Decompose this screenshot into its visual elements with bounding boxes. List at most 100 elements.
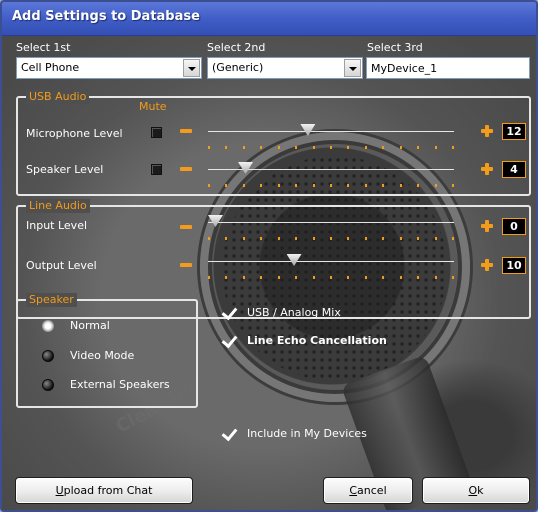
- slider-tick: [452, 184, 454, 187]
- ok-mnemonic: O: [468, 484, 478, 497]
- slider-tick: [277, 276, 280, 279]
- slider-tick: [312, 146, 315, 149]
- slider-tick: [382, 237, 385, 240]
- select-3rd-field[interactable]: [366, 57, 530, 79]
- plus-icon[interactable]: [481, 259, 493, 271]
- slider-tick: [417, 146, 420, 149]
- minus-icon[interactable]: [180, 167, 192, 171]
- usb-audio-title: USB Audio: [26, 90, 90, 104]
- slider-track[interactable]: [208, 261, 454, 262]
- slider-tick: [382, 184, 385, 187]
- slider-track[interactable]: [208, 222, 454, 223]
- minus-icon[interactable]: [180, 263, 192, 267]
- slider-tick: [260, 276, 263, 279]
- add-settings-dialog: Add Settings to Database ClearOne Select…: [0, 0, 538, 512]
- window-title: Add Settings to Database: [12, 9, 200, 24]
- slider-tick: [417, 184, 420, 187]
- minus-icon[interactable]: [180, 225, 192, 229]
- cancel-label: ancel: [357, 484, 387, 497]
- slider-tick: [312, 184, 315, 187]
- slider-track[interactable]: [208, 131, 454, 132]
- slider-tick: [347, 237, 350, 240]
- speaker-mute-checkbox[interactable]: [151, 164, 162, 175]
- checkmark-icon: [221, 427, 237, 441]
- select-1st-label: Select 1st: [16, 41, 71, 54]
- slider-tick: [277, 146, 280, 149]
- slider-tick: [452, 146, 454, 149]
- slider-tick: [452, 237, 454, 240]
- speaker-level-value: 4: [502, 161, 526, 178]
- ok-label: k: [477, 484, 484, 497]
- slider-tick: [225, 237, 228, 240]
- include-in-my-devices-label: Include in My Devices: [247, 427, 367, 440]
- select-3rd-label: Select 3rd: [367, 41, 423, 54]
- checkmark-icon: [221, 334, 237, 348]
- dialog-content: ClearOne Select 1st Cell Phone Select 2n…: [2, 36, 536, 510]
- title-bar[interactable]: Add Settings to Database: [2, 2, 536, 36]
- microphone-level-label: Microphone Level: [26, 127, 123, 140]
- slider-thumb[interactable]: [287, 254, 302, 266]
- slider-tick: [399, 184, 402, 187]
- slider-thumb[interactable]: [208, 215, 223, 227]
- slider-tick: [417, 237, 420, 240]
- slider-tick: [399, 276, 402, 279]
- slider-tick: [417, 276, 420, 279]
- select-2nd-value: (Generic): [212, 61, 264, 74]
- radio-normal[interactable]: [42, 320, 54, 332]
- ok-button[interactable]: Ok: [422, 477, 530, 504]
- slider-ticks: [208, 276, 454, 279]
- slider-tick: [260, 184, 263, 187]
- select-2nd-dropdown[interactable]: (Generic): [207, 57, 363, 79]
- slider-tick: [347, 184, 350, 187]
- upload-from-chat-button[interactable]: Upload from Chat: [15, 477, 193, 504]
- slider-tick: [434, 276, 437, 279]
- line-audio-title: Line Audio: [26, 199, 90, 213]
- output-level-value: 10: [502, 257, 526, 274]
- slider-tick: [364, 237, 367, 240]
- slider-tick: [242, 184, 245, 187]
- radio-external-speakers[interactable]: [42, 379, 54, 391]
- slider-tick: [242, 237, 245, 240]
- slider-tick: [208, 184, 210, 187]
- speaker-level-label: Speaker Level: [26, 163, 104, 176]
- slider-tick: [330, 276, 332, 279]
- chevron-down-icon[interactable]: [183, 59, 200, 77]
- radio-label-normal: Normal: [70, 319, 110, 332]
- slider-thumb[interactable]: [238, 162, 253, 174]
- select-1st-dropdown[interactable]: Cell Phone: [16, 57, 202, 79]
- slider-tick: [225, 276, 228, 279]
- slider-thumb[interactable]: [300, 124, 315, 136]
- slider-tick: [330, 237, 332, 240]
- slider-tick: [347, 276, 350, 279]
- radio-label-video-mode: Video Mode: [70, 349, 135, 362]
- slider-tick: [347, 146, 350, 149]
- mute-label: Mute: [139, 100, 167, 113]
- slider-tick: [434, 146, 437, 149]
- slider-ticks: [208, 237, 454, 240]
- cancel-button[interactable]: Cancel: [323, 477, 413, 504]
- slider-tick: [208, 146, 210, 149]
- radio-video-mode[interactable]: [42, 350, 54, 362]
- select-2nd-label: Select 2nd: [207, 41, 266, 54]
- checkmark-icon: [221, 306, 237, 320]
- microphone-mute-checkbox[interactable]: [151, 127, 162, 138]
- slider-tick: [434, 184, 437, 187]
- slider-tick: [330, 146, 332, 149]
- plus-icon[interactable]: [481, 220, 493, 232]
- plus-icon[interactable]: [481, 163, 493, 175]
- slider-tick: [277, 184, 280, 187]
- slider-tick: [364, 276, 367, 279]
- slider-tick: [330, 184, 332, 187]
- slider-tick: [242, 146, 245, 149]
- slider-tick: [295, 276, 298, 279]
- minus-icon[interactable]: [180, 129, 192, 133]
- output-level-label: Output Level: [26, 259, 97, 272]
- input-level-label: Input Level: [26, 219, 88, 232]
- device-name-input[interactable]: [367, 58, 529, 78]
- slider-tick: [382, 276, 385, 279]
- chevron-down-icon[interactable]: [344, 59, 361, 77]
- plus-icon[interactable]: [481, 125, 493, 137]
- slider-tick: [260, 237, 263, 240]
- slider-tick: [208, 276, 210, 279]
- slider-tick: [312, 237, 315, 240]
